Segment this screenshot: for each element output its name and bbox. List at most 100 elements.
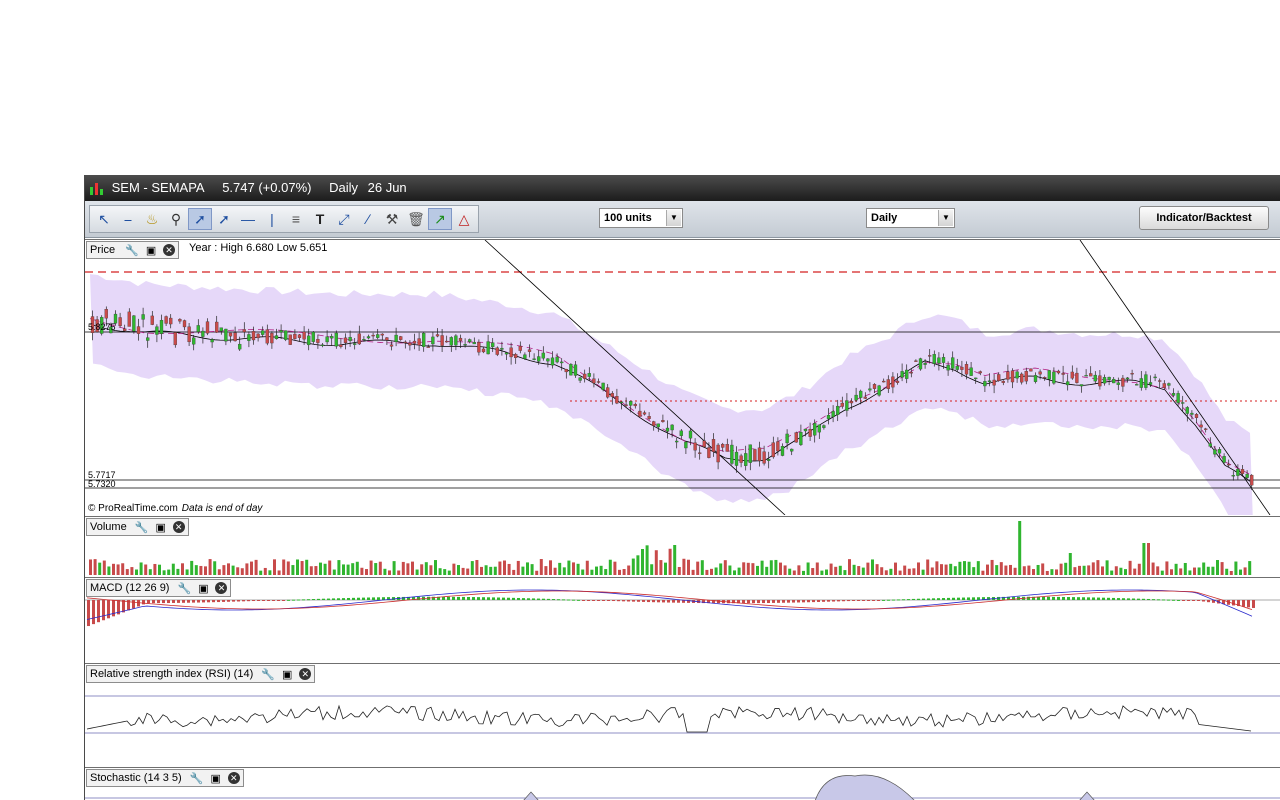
candle-body: [882, 380, 886, 383]
candle-body: [1250, 474, 1254, 486]
fibonacci-icon[interactable]: ≡: [284, 208, 308, 230]
channel-icon[interactable]: ⤢: [332, 208, 356, 230]
candle-body: [532, 358, 536, 360]
candle-body: [1010, 370, 1015, 383]
close-icon[interactable]: ✕: [227, 772, 240, 784]
candle-body: [997, 374, 1001, 382]
candle-body: [477, 342, 481, 353]
stochastic-chart[interactable]: [85, 768, 1280, 800]
candle-body: [1125, 377, 1130, 380]
macd-histogram-bar: [857, 600, 860, 601]
properties-tool-icon[interactable]: ⚒: [380, 208, 404, 230]
macd-histogram-bar: [1157, 599, 1160, 601]
volume-bar: [636, 555, 640, 575]
candle-body: [509, 347, 513, 358]
line-tool-icon[interactable]: ➚: [188, 208, 212, 230]
text-tool-icon[interactable]: T: [308, 208, 332, 230]
pattern-icon[interactable]: △: [452, 208, 476, 230]
candle-body: [224, 328, 228, 342]
volume-bar: [1022, 566, 1026, 575]
candle-body: [1102, 377, 1107, 384]
candle-body: [633, 403, 637, 407]
copyright-text: © ProRealTime.com: [88, 503, 178, 514]
volume-bar: [857, 566, 861, 575]
candle-body: [886, 379, 890, 390]
wrench-icon[interactable]: 🔧: [175, 580, 193, 596]
wrench-icon[interactable]: 🔧: [188, 770, 206, 786]
macd-histogram-bar: [817, 600, 820, 602]
candle-body: [491, 342, 495, 348]
volume-bar: [1165, 561, 1169, 575]
last-price: 5.747 (+0.07%): [222, 180, 312, 195]
macd-histogram-bar: [367, 597, 370, 600]
macd-histogram-bar: [467, 596, 470, 600]
close-icon[interactable]: ✕: [172, 521, 185, 533]
volume-bar: [199, 565, 203, 575]
candle-body: [472, 342, 476, 345]
trend-line-icon[interactable]: ↗: [428, 208, 452, 230]
candle-body: [1231, 475, 1235, 477]
volume-chart[interactable]: [85, 517, 1280, 577]
window-icon[interactable]: ▣: [152, 519, 170, 535]
indicator-backtest-button[interactable]: Indicator/Backtest: [1139, 206, 1269, 230]
candle-body: [656, 423, 660, 428]
volume-bar: [760, 560, 764, 575]
candle-body: [435, 334, 440, 337]
macd-histogram-bar: [102, 600, 105, 621]
candle-body: [592, 378, 596, 384]
ruler-icon[interactable]: ⎯: [116, 208, 140, 230]
macd-histogram-bar: [462, 596, 465, 600]
candle-body: [1024, 371, 1028, 382]
trash-icon[interactable]: 🗑: [404, 208, 428, 230]
volume-bar: [926, 559, 930, 575]
volume-bar: [1119, 567, 1123, 575]
zoom-icon[interactable]: ⚲: [164, 208, 188, 230]
candle-body: [164, 316, 168, 324]
wrench-icon[interactable]: 🔧: [259, 666, 277, 682]
alert-bell-icon[interactable]: ♨: [140, 208, 164, 230]
horizontal-line-icon[interactable]: —: [236, 208, 260, 230]
volume-bar: [990, 559, 994, 575]
candle-body: [1075, 372, 1079, 383]
candle-body: [141, 314, 145, 320]
close-icon[interactable]: ✕: [215, 582, 228, 594]
panel-title: Volume: [90, 521, 127, 533]
close-icon[interactable]: ✕: [299, 668, 312, 680]
macd-histogram-bar: [537, 598, 540, 600]
volume-bar: [89, 559, 92, 575]
volume-bar: [1248, 561, 1252, 575]
volume-bar: [834, 566, 838, 575]
candle-body: [652, 421, 656, 426]
price-chart[interactable]: [85, 240, 1280, 515]
candle-body: [780, 446, 785, 456]
macd-chart[interactable]: [85, 578, 1280, 662]
wrench-icon[interactable]: 🔧: [123, 242, 141, 258]
volume-bar: [1018, 521, 1022, 575]
candle-body: [859, 390, 863, 398]
parallel-lines-icon[interactable]: ∕: [356, 208, 380, 230]
volume-bar: [227, 563, 230, 575]
candle-body: [219, 327, 223, 332]
candle-body: [1176, 393, 1180, 403]
candle-body: [1245, 473, 1249, 478]
volume-bar: [1197, 567, 1201, 575]
window-icon[interactable]: ▣: [207, 770, 225, 786]
volume-bar: [539, 559, 543, 575]
ray-tool-icon[interactable]: ➚: [212, 208, 236, 230]
pointer-icon[interactable]: ↖: [92, 208, 116, 230]
window-icon[interactable]: ▣: [194, 580, 212, 596]
candle-body: [606, 387, 610, 398]
units-select[interactable]: 100 units ▼: [599, 208, 683, 228]
macd-histogram-bar: [907, 599, 910, 601]
close-icon[interactable]: ✕: [163, 244, 176, 256]
period-select[interactable]: Daily ▼: [866, 208, 955, 228]
window-icon[interactable]: ▣: [142, 242, 160, 258]
candle-body: [629, 401, 633, 406]
window-icon[interactable]: ▣: [278, 666, 296, 682]
vertical-line-icon[interactable]: |: [260, 208, 284, 230]
volume-bar: [940, 564, 943, 575]
candle-body: [960, 366, 964, 370]
stochastic-overbought-area: [1079, 791, 1095, 800]
volume-bar: [843, 570, 847, 575]
wrench-icon[interactable]: 🔧: [133, 519, 151, 535]
